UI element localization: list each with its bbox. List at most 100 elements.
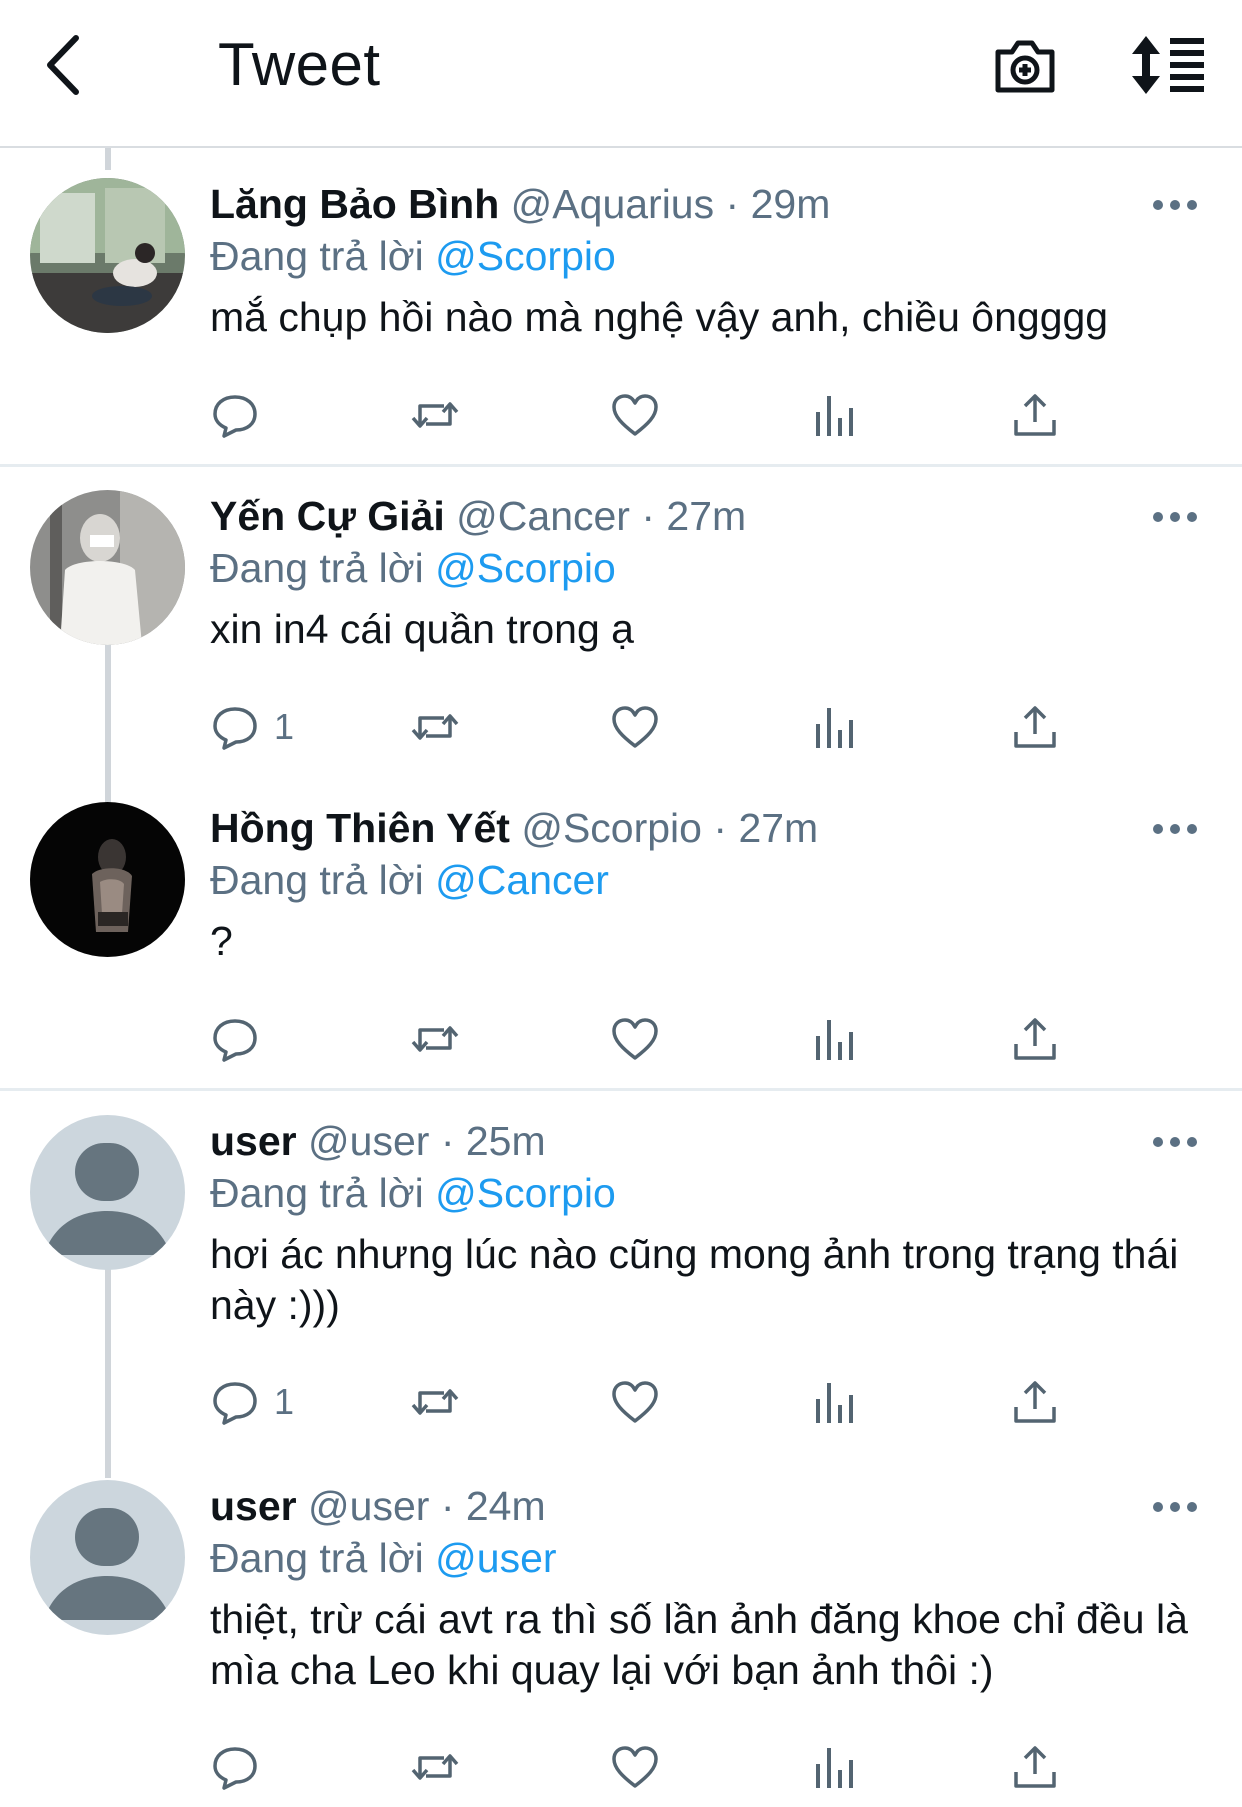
- analytics-button[interactable]: [810, 1009, 860, 1069]
- share-icon: [1014, 1746, 1056, 1788]
- avatar[interactable]: [30, 802, 185, 957]
- author-name[interactable]: Yến Cự Giải: [210, 493, 445, 539]
- reply-mention[interactable]: @Scorpio: [435, 545, 616, 591]
- share-button[interactable]: [1010, 385, 1060, 445]
- retweet-icon: [411, 714, 459, 740]
- thread-line: [105, 148, 111, 170]
- heart-icon: [612, 1018, 658, 1060]
- tweet-actions: [210, 1737, 1110, 1797]
- divider: [0, 1088, 1242, 1091]
- analytics-icon: [816, 1020, 853, 1060]
- analytics-button[interactable]: [810, 697, 860, 757]
- reply-mention[interactable]: @Scorpio: [435, 1170, 616, 1216]
- like-button[interactable]: [610, 697, 660, 757]
- retweet-button[interactable]: [410, 1009, 460, 1069]
- share-button[interactable]: [1010, 697, 1060, 757]
- replying-label: Đang trả lời: [210, 233, 424, 279]
- timestamp[interactable]: 27m: [738, 805, 818, 851]
- analytics-icon: [816, 1383, 853, 1423]
- retweet-icon: [411, 1754, 459, 1780]
- retweet-button[interactable]: [410, 385, 460, 445]
- default-avatar-icon: [30, 1115, 185, 1270]
- reply-button[interactable]: [210, 1009, 274, 1069]
- tweet-actions: 1: [210, 697, 1110, 757]
- author-handle[interactable]: @Cancer: [456, 493, 630, 539]
- reply-button[interactable]: [210, 385, 274, 445]
- timestamp[interactable]: 27m: [666, 493, 746, 539]
- reply-mention[interactable]: @user: [435, 1535, 556, 1581]
- analytics-icon: [816, 1748, 853, 1788]
- heart-icon: [612, 394, 658, 436]
- author-name[interactable]: user: [210, 1483, 297, 1529]
- tweet-actions: [210, 385, 1110, 445]
- sort-button[interactable]: [1130, 30, 1210, 100]
- avatar[interactable]: [30, 1115, 185, 1270]
- separator-dot: ·: [440, 1483, 455, 1529]
- reply-icon: [213, 707, 257, 750]
- more-button[interactable]: [1150, 190, 1200, 220]
- share-icon: [1014, 706, 1056, 748]
- author-handle[interactable]: @user: [308, 1483, 429, 1529]
- timestamp[interactable]: 25m: [466, 1118, 546, 1164]
- avatar[interactable]: [30, 490, 185, 645]
- analytics-button[interactable]: [810, 385, 860, 445]
- replying-label: Đang trả lời: [210, 1170, 424, 1216]
- heart-icon: [612, 706, 658, 748]
- tweet-text: mắ chụp hồi nào mà nghệ vậy anh, chiều ô…: [210, 294, 1109, 340]
- chevron-left-icon: [47, 35, 79, 95]
- separator-dot: ·: [725, 181, 740, 227]
- back-button[interactable]: [40, 30, 90, 100]
- sort-icon: [1132, 36, 1204, 94]
- share-button[interactable]: [1010, 1009, 1060, 1069]
- camera-button[interactable]: [990, 30, 1060, 100]
- thread-line: [105, 1268, 111, 1478]
- share-icon: [1014, 1018, 1056, 1060]
- share-button[interactable]: [1010, 1372, 1060, 1432]
- timestamp[interactable]: 24m: [466, 1483, 546, 1529]
- tweet-text: hơi ác nhưng lúc nào cũng mong ảnh trong…: [210, 1231, 1179, 1328]
- avatar[interactable]: [30, 178, 185, 333]
- author-handle[interactable]: @user: [308, 1118, 429, 1164]
- replying-label: Đang trả lời: [210, 545, 424, 591]
- analytics-button[interactable]: [810, 1737, 860, 1797]
- tweet-text: ?: [210, 918, 233, 964]
- more-button[interactable]: [1150, 502, 1200, 532]
- more-button[interactable]: [1150, 814, 1200, 844]
- like-button[interactable]: [610, 1737, 660, 1797]
- more-icon: [1153, 200, 1197, 210]
- author-name[interactable]: Lăng Bảo Bình: [210, 181, 499, 227]
- like-button[interactable]: [610, 385, 660, 445]
- author-name[interactable]: Hồng Thiên Yết: [210, 805, 510, 851]
- more-button[interactable]: [1150, 1127, 1200, 1157]
- author-name[interactable]: user: [210, 1118, 297, 1164]
- analytics-button[interactable]: [810, 1372, 860, 1432]
- share-icon: [1014, 1381, 1056, 1423]
- avatar[interactable]: [30, 1480, 185, 1635]
- heart-icon: [612, 1381, 658, 1423]
- analytics-icon: [816, 708, 853, 748]
- retweet-button[interactable]: [410, 1737, 460, 1797]
- more-icon: [1153, 824, 1197, 834]
- separator-dot: ·: [641, 493, 656, 539]
- share-icon: [1014, 394, 1056, 436]
- like-button[interactable]: [610, 1009, 660, 1069]
- reply-button[interactable]: 1: [210, 1372, 294, 1432]
- retweet-icon: [411, 1026, 459, 1052]
- author-handle[interactable]: @Scorpio: [521, 805, 702, 851]
- more-icon: [1153, 512, 1197, 522]
- like-button[interactable]: [610, 1372, 660, 1432]
- reply-mention[interactable]: @Scorpio: [435, 233, 616, 279]
- share-button[interactable]: [1010, 1737, 1060, 1797]
- reply-button[interactable]: [210, 1737, 274, 1797]
- retweet-button[interactable]: [410, 697, 460, 757]
- retweet-button[interactable]: [410, 1372, 460, 1432]
- more-button[interactable]: [1150, 1492, 1200, 1522]
- reply-mention[interactable]: @Cancer: [435, 857, 609, 903]
- author-handle[interactable]: @Aquarius: [511, 181, 714, 227]
- heart-icon: [612, 1746, 658, 1788]
- reply-button[interactable]: 1: [210, 697, 294, 757]
- separator-dot: ·: [713, 805, 728, 851]
- timestamp[interactable]: 29m: [751, 181, 831, 227]
- reply-count: 1: [274, 706, 295, 747]
- tweet-text: xin in4 cái quần trong ạ: [210, 606, 634, 652]
